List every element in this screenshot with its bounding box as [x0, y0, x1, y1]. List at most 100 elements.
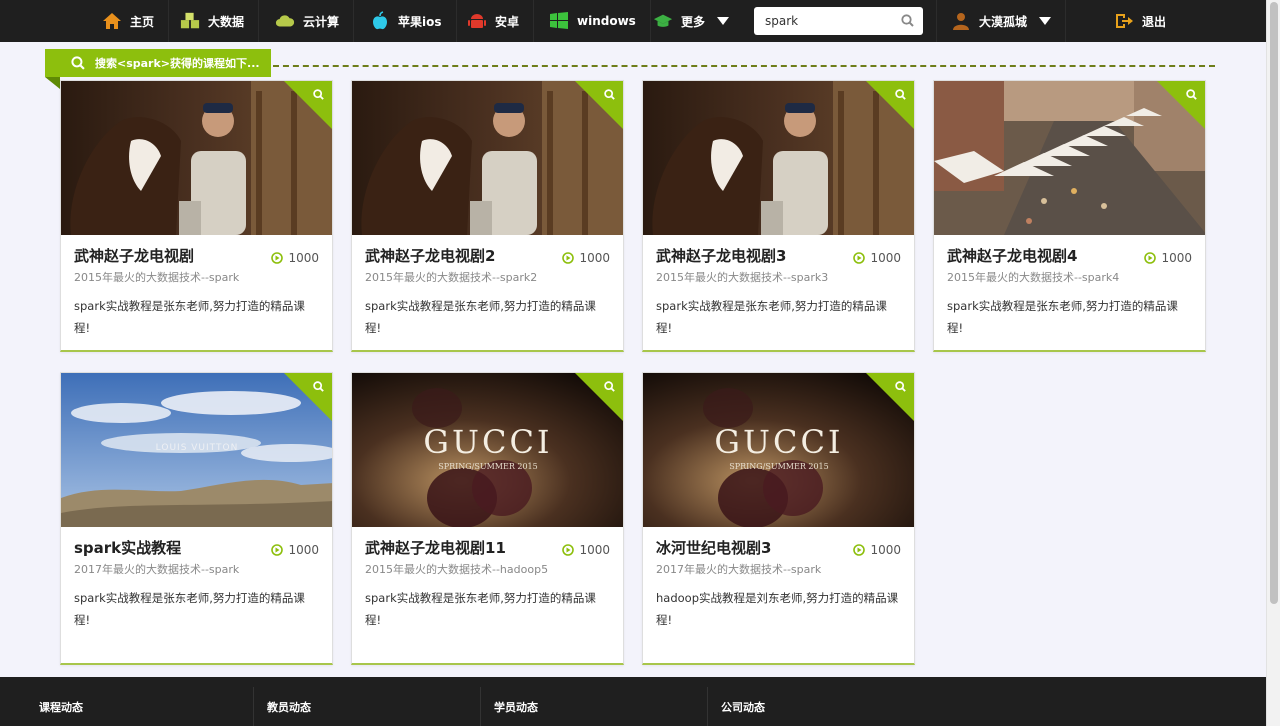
course-subtitle: 2017年最火的大数据技术--spark: [74, 563, 240, 576]
apple-icon: [373, 11, 387, 30]
course-card-body: 冰河世纪电视剧3 1000 2017年最火的大数据技术--spark hadoo…: [643, 527, 914, 631]
course-title[interactable]: 武神赵子龙电视剧4: [947, 245, 1137, 267]
course-card[interactable]: GUCCI SPRING/SUMMER 2015 武神赵子龙电视剧11 1000…: [351, 372, 624, 665]
course-subtitle: 2015年最火的大数据技术--spark: [74, 271, 240, 284]
course-subtitle: 2015年最火的大数据技术--hadoop5: [365, 563, 549, 576]
banner-fold: [45, 77, 60, 89]
nav-cloud[interactable]: 云计算: [261, 0, 355, 42]
nav-home[interactable]: 主页: [88, 0, 170, 42]
windows-icon: [550, 12, 568, 29]
course-thumbnail[interactable]: [934, 81, 1205, 235]
course-description: hadoop实战教程是刘东老师,努力打造的精品课程!: [656, 591, 899, 627]
play-count-value: 1000: [1161, 251, 1192, 265]
course-thumbnail[interactable]: [643, 81, 914, 235]
scrollbar[interactable]: [1266, 0, 1280, 726]
search-icon[interactable]: [895, 89, 906, 100]
nav-android-label: 安卓: [495, 14, 520, 29]
course-title[interactable]: spark实战教程: [74, 537, 264, 559]
course-card-body: 武神赵子龙电视剧4 1000 2015年最火的大数据技术--spark4 spa…: [934, 235, 1205, 339]
search-icon[interactable]: [313, 381, 324, 392]
chevron-down-icon: [1039, 17, 1052, 25]
scrollbar-thumb[interactable]: [1270, 2, 1278, 604]
logout-label: 退出: [1142, 14, 1167, 29]
play-count-value: 1000: [579, 543, 610, 557]
play-count: 1000: [271, 251, 319, 265]
course-thumbnail[interactable]: LOUIS VUITTON: [61, 373, 332, 527]
nav-android[interactable]: 安卓: [453, 0, 535, 42]
cubes-icon: [180, 12, 200, 29]
play-count-value: 1000: [579, 251, 610, 265]
thumb-season-text: SPRING/SUMMER 2015: [438, 462, 538, 471]
footer: 课程动态 教员动态 学员动态 公司动态: [0, 677, 1266, 726]
search-box: [754, 7, 923, 35]
course-title[interactable]: 武神赵子龙电视剧11: [365, 537, 555, 559]
play-circle-icon: [562, 252, 575, 264]
nav-cloud-label: 云计算: [303, 14, 340, 29]
corner-badge: [1157, 81, 1205, 129]
course-subtitle: 2015年最火的大数据技术--spark4: [947, 271, 1120, 284]
play-circle-icon: [271, 252, 284, 264]
search-icon[interactable]: [604, 381, 615, 392]
corner-badge: [284, 373, 332, 421]
play-circle-icon: [562, 544, 575, 556]
play-count: 1000: [562, 543, 610, 557]
user-menu[interactable]: 大漠孤城: [936, 0, 1067, 42]
course-thumbnail[interactable]: GUCCI SPRING/SUMMER 2015: [643, 373, 914, 527]
course-description: spark实战教程是张东老师,努力打造的精品课程!: [656, 299, 887, 335]
logout-icon: [1116, 14, 1133, 28]
nav-ios[interactable]: 苹果ios: [356, 0, 457, 42]
search-icon[interactable]: [313, 89, 324, 100]
search-icon[interactable]: [901, 14, 914, 27]
search-icon[interactable]: [1186, 89, 1197, 100]
play-count-value: 1000: [870, 543, 901, 557]
course-card[interactable]: LOUIS VUITTON spark实战教程 1000 2017年最火的大数据…: [60, 372, 333, 665]
thumb-brand-text: GUCCI: [714, 423, 843, 461]
search-icon[interactable]: [604, 89, 615, 100]
course-thumbnail[interactable]: [352, 81, 623, 235]
footer-students[interactable]: 学员动态: [480, 687, 707, 726]
course-title[interactable]: 冰河世纪电视剧3: [656, 537, 846, 559]
course-thumbnail[interactable]: [61, 81, 332, 235]
corner-badge: [866, 81, 914, 129]
course-card[interactable]: 武神赵子龙电视剧3 1000 2015年最火的大数据技术--spark3 spa…: [642, 80, 915, 352]
course-card[interactable]: 武神赵子龙电视剧 1000 2015年最火的大数据技术--spark spark…: [60, 80, 333, 352]
nav-bigdata[interactable]: 大数据: [166, 0, 260, 42]
footer-courses[interactable]: 课程动态: [26, 687, 253, 726]
play-circle-icon: [1144, 252, 1157, 264]
course-subtitle: 2015年最火的大数据技术--spark2: [365, 271, 538, 284]
corner-badge: [284, 81, 332, 129]
thumb-brand-text: GUCCI: [423, 423, 552, 461]
course-card-body: 武神赵子龙电视剧 1000 2015年最火的大数据技术--spark spark…: [61, 235, 332, 339]
banner-divider: [273, 65, 1215, 67]
thumb-brand-text: LOUIS VUITTON: [156, 443, 239, 453]
course-description: spark实战教程是张东老师,努力打造的精品课程!: [947, 299, 1178, 335]
course-card[interactable]: 武神赵子龙电视剧4 1000 2015年最火的大数据技术--spark4 spa…: [933, 80, 1206, 352]
course-title[interactable]: 武神赵子龙电视剧2: [365, 245, 555, 267]
play-circle-icon: [853, 252, 866, 264]
course-card[interactable]: GUCCI SPRING/SUMMER 2015 冰河世纪电视剧3 1000 2…: [642, 372, 915, 665]
course-description: spark实战教程是张东老师,努力打造的精品课程!: [365, 299, 596, 335]
course-card-body: 武神赵子龙电视剧3 1000 2015年最火的大数据技术--spark3 spa…: [643, 235, 914, 339]
nav-windows[interactable]: windows: [535, 0, 651, 42]
course-description: spark实战教程是张东老师,努力打造的精品课程!: [365, 591, 596, 627]
course-thumbnail[interactable]: GUCCI SPRING/SUMMER 2015: [352, 373, 623, 527]
nav-more-dropdown[interactable]: 更多: [639, 0, 743, 42]
course-title[interactable]: 武神赵子龙电视剧: [74, 245, 264, 267]
course-title[interactable]: 武神赵子龙电视剧3: [656, 245, 846, 267]
home-icon: [103, 13, 121, 29]
course-card[interactable]: 武神赵子龙电视剧2 1000 2015年最火的大数据技术--spark2 spa…: [351, 80, 624, 352]
nav-more-label: 更多: [681, 14, 706, 29]
course-description: spark实战教程是张东老师,努力打造的精品课程!: [74, 299, 305, 335]
corner-badge: [575, 81, 623, 129]
logout-button[interactable]: 退出: [1100, 0, 1180, 42]
chevron-down-icon: [717, 17, 730, 25]
footer-company[interactable]: 公司动态: [707, 687, 934, 726]
search-input[interactable]: [754, 7, 894, 35]
search-icon[interactable]: [895, 381, 906, 392]
course-subtitle: 2017年最火的大数据技术--spark: [656, 563, 822, 576]
play-count: 1000: [562, 251, 610, 265]
play-circle-icon: [853, 544, 866, 556]
graduation-cap-icon: [653, 14, 673, 27]
footer-teachers[interactable]: 教员动态: [253, 687, 480, 726]
cloud-icon: [275, 15, 295, 27]
